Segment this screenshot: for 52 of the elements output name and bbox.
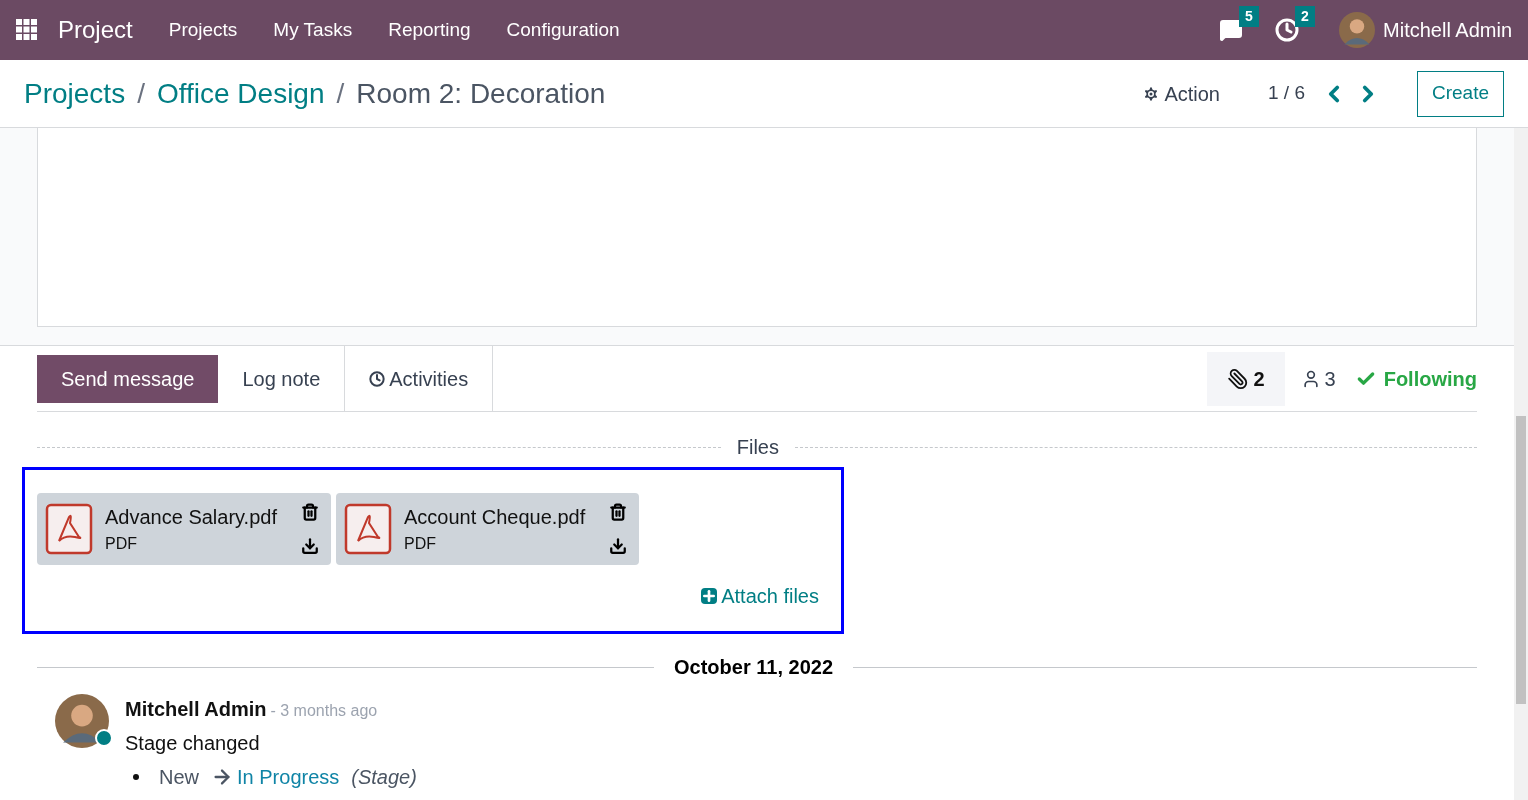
bullet-icon xyxy=(133,774,139,780)
attachment-card[interactable]: Advance Salary.pdf PDF xyxy=(37,493,331,565)
files-heading: Files xyxy=(735,435,780,460)
breadcrumb-current: Room 2: Decoration xyxy=(356,76,606,111)
new-value: In Progress xyxy=(237,765,340,790)
menu-item[interactable]: My Tasks xyxy=(273,15,353,45)
message-body: Stage changed xyxy=(125,731,261,756)
attach-files-button[interactable]: Attach files xyxy=(701,581,819,611)
action-button[interactable]: Action xyxy=(1142,78,1220,109)
followers-button[interactable]: 3 xyxy=(1284,363,1352,394)
file-type: PDF xyxy=(105,534,138,554)
download-icon[interactable] xyxy=(609,537,628,555)
chat-icon[interactable] xyxy=(1219,18,1244,42)
user-avatar xyxy=(1339,12,1376,48)
scrollbar[interactable] xyxy=(1514,128,1528,800)
chatter-tab[interactable]: Activities xyxy=(344,346,494,411)
file-type: PDF xyxy=(403,534,437,554)
old-value: New xyxy=(159,765,199,790)
breadcrumb-separator: / xyxy=(336,76,345,111)
menu-item[interactable]: Configuration xyxy=(506,15,620,45)
attachments-button[interactable]: 2 xyxy=(1207,351,1285,406)
pager-value[interactable]: 1 / 6 xyxy=(1268,79,1305,108)
delete-icon[interactable] xyxy=(300,503,319,521)
date-separator: October 11, 2022 xyxy=(673,655,834,680)
menu-item[interactable]: Projects xyxy=(168,15,238,45)
attachment-card[interactable]: Account Cheque.pdf PDF xyxy=(335,493,640,565)
clock-icon[interactable] xyxy=(1275,18,1300,42)
clock-icon xyxy=(369,370,386,387)
author-name[interactable]: Mitchell Admin xyxy=(125,694,267,724)
app-grid-icon[interactable] xyxy=(16,19,38,41)
breadcrumb-link[interactable]: Projects xyxy=(24,72,126,115)
breadcrumb-separator: / xyxy=(137,76,145,111)
delete-icon[interactable] xyxy=(609,503,628,521)
field-name: (Stage) xyxy=(351,765,417,790)
author-avatar xyxy=(55,694,109,748)
count-badge: 5 xyxy=(1239,6,1259,27)
chatter-tab[interactable]: Send message xyxy=(37,354,219,403)
file-name: Account Cheque.pdf xyxy=(403,505,586,530)
user-name[interactable]: Mitchell Admin xyxy=(1383,15,1512,45)
breadcrumb-link[interactable]: Office Design xyxy=(156,72,325,115)
app-name[interactable]: Project xyxy=(58,12,133,48)
message-time: - 3 months ago xyxy=(270,701,378,721)
plus-icon xyxy=(701,588,718,604)
download-icon[interactable] xyxy=(300,537,319,555)
paperclip-icon xyxy=(1227,367,1250,390)
pdf-icon xyxy=(343,503,392,555)
count-badge: 2 xyxy=(1295,6,1315,27)
create-button[interactable]: Create xyxy=(1416,70,1504,117)
menu-item[interactable]: Reporting xyxy=(388,15,471,45)
file-name: Advance Salary.pdf xyxy=(105,505,277,530)
pdf-icon xyxy=(45,503,93,555)
chatter-tab[interactable]: Log note xyxy=(218,346,345,411)
